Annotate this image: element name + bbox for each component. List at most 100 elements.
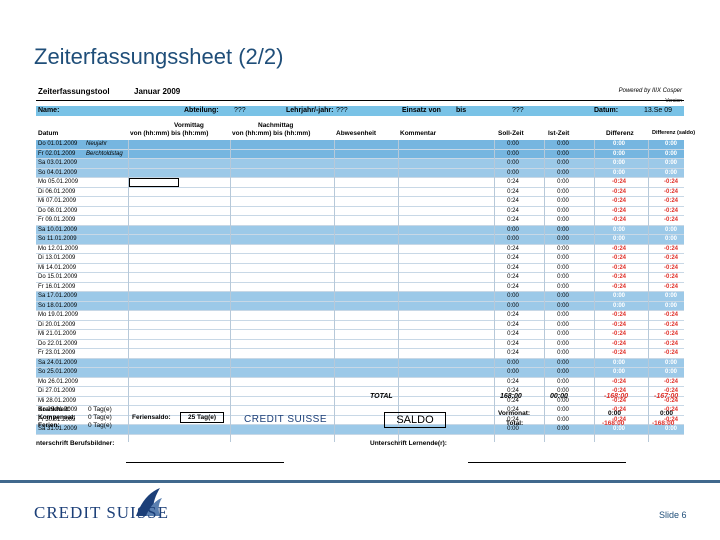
bis-label: bis [456,107,467,114]
divider [36,100,684,101]
table-row[interactable]: Fr 09.01.2009 0:24 0:00 -0:24 -0:24 [36,216,684,226]
table-row[interactable]: Sa 03.01.2009 0:00 0:00 0:00 0:00 [36,159,684,169]
table-row[interactable]: Mo 05.01.2009 0:24 0:00 -0:24 -0:24 [36,178,684,188]
row-diff2: -0:24 [663,264,678,271]
total-diff-saldo: -167:00 [654,393,679,400]
row-ist: 0:00 [557,207,569,214]
row-date: Fr 16.01.2009 [38,283,76,290]
summary-total-value-saldo: -168:00 [652,420,675,427]
row-diff2: 0:00 [664,160,677,166]
row-diff: -0:24 [611,245,626,252]
summary-section: Krankheit: 0 Tag(e) Kompensat: 0 Tag(e) … [36,406,684,466]
table-row[interactable]: Mi 07.01.2009 0:24 0:00 -0:24 -0:24 [36,197,684,207]
table-row[interactable]: Di 13.01.2009 0:24 0:00 -0:24 -0:24 [36,254,684,264]
table-row[interactable]: Mi 21.01.2009 0:24 0:00 -0:24 -0:24 [36,330,684,340]
month-label: Januar 2009 [134,87,181,96]
row-diff: -0:24 [611,255,626,261]
table-row[interactable]: Do 15.01.2009 0:24 0:00 -0:24 -0:24 [36,273,684,283]
table-row[interactable]: Di 20.01.2009 0:24 0:00 -0:24 -0:24 [36,321,684,330]
row-diff2: 0:00 [664,359,677,366]
row-soll: 0:24 [507,378,519,385]
selected-cell[interactable] [129,178,179,187]
row-soll: 0:24 [507,350,519,356]
table-row[interactable]: Mo 19.01.2009 0:24 0:00 -0:24 -0:24 [36,311,684,321]
row-diff: -0:24 [611,207,626,214]
row-soll: 0:24 [507,283,519,290]
vormonat-label: Vormonat: [498,410,531,417]
kompensat-value[interactable]: 0 Tag(e) [88,414,112,421]
row-date: Di 06.01.2009 [38,188,76,195]
abteilung-value[interactable]: ??? [234,107,246,114]
bis-value[interactable]: ??? [512,107,524,114]
table-row[interactable]: Sa 24.01.2009 0:00 0:00 0:00 0:00 [36,358,684,368]
row-date: Mo 26.01.2009 [38,378,79,385]
row-diff2: -0:24 [663,245,678,252]
table-row[interactable]: So 04.01.2009 0:00 0:00 0:00 0:00 [36,168,684,178]
row-date: Sa 03.01.2009 [38,160,78,166]
row-diff: -0:24 [611,340,626,347]
table-row[interactable]: Fr 16.01.2009 0:24 0:00 -0:24 -0:24 [36,283,684,292]
row-soll: 0:00 [507,369,519,375]
powered-by: Powered by IIIX Cosper [618,88,682,94]
row-ist: 0:00 [557,245,569,252]
row-soll: 0:00 [507,141,519,147]
col-nachmittag: Nachmittag [258,122,294,129]
row-soll: 0:24 [507,321,519,328]
table-row[interactable]: Fr 02.01.2009 Berchtoldstag 0:00 0:00 0:00 0:… [36,149,684,159]
row-date: Sa 24.01.2009 [38,359,78,366]
row-date: Do 22.01.2009 [38,340,78,347]
table-row[interactable]: Mo 26.01.2009 0:24 0:00 -0:24 -0:24 [36,378,684,387]
row-diff: 0:00 [612,160,625,166]
row-ist: 0:00 [557,302,569,309]
col-datum: Datum [38,130,59,137]
row-diff: 0:00 [612,359,625,366]
row-note: Berchtoldstag [86,150,123,157]
row-soll: 0:24 [507,264,519,271]
name-label: Name: [38,107,60,114]
table-row[interactable]: So 18.01.2009 0:00 0:00 0:00 0:00 [36,301,684,311]
row-diff: 0:00 [612,302,625,309]
info-bar: Name: Abteilung: ??? Lehrjahr/-jahr: ???… [36,106,684,116]
row-soll: 0:24 [507,255,519,261]
row-ist: 0:00 [557,169,569,176]
row-diff2: -0:24 [663,283,678,290]
row-diff2: 0:00 [664,141,677,147]
tool-name: Zeiterfassungstool [38,87,110,96]
lehrjahr-value[interactable]: ??? [336,107,348,114]
footer-divider [0,480,720,483]
table-row[interactable]: So 11.01.2009 0:00 0:00 0:00 0:00 [36,235,684,245]
table-row[interactable]: Do 22.01.2009 0:24 0:00 -0:24 -0:24 [36,340,684,349]
table-row[interactable]: Di 06.01.2009 0:24 0:00 -0:24 -0:24 [36,188,684,197]
table-row[interactable]: Sa 10.01.2009 0:00 0:00 0:00 0:00 [36,225,684,235]
row-ist: 0:00 [557,340,569,347]
vormonat-value-saldo: 0:00 [660,410,674,417]
row-date: Do 08.01.2009 [38,207,78,214]
row-diff: 0:00 [612,141,625,147]
row-soll: 0:00 [507,302,519,309]
row-diff2: 0:00 [664,236,677,242]
table-row[interactable]: Sa 17.01.2009 0:00 0:00 0:00 0:00 [36,292,684,302]
table-row[interactable]: So 25.01.2009 0:00 0:00 0:00 0:00 [36,368,684,378]
row-soll: 0:24 [507,179,519,185]
krankheit-value[interactable]: 0 Tag(e) [88,406,112,413]
row-diff: -0:24 [611,264,626,271]
signature-line-left [126,462,284,463]
row-date: Mi 21.01.2009 [38,331,77,337]
ferien-value[interactable]: 0 Tag(e) [88,422,112,429]
table-row[interactable]: Mo 12.01.2009 0:24 0:00 -0:24 -0:24 [36,245,684,254]
saldo-box: SALDO [384,412,446,428]
row-diff2: 0:00 [664,226,677,233]
table-row[interactable]: Fr 23.01.2009 0:24 0:00 -0:24 -0:24 [36,349,684,359]
credit-suisse-logo: CREDIT SUISSE [34,503,170,522]
row-diff2: -0:24 [663,198,678,204]
feriensaldo-label: Feriensaldo: [132,414,171,421]
row-ist: 0:00 [557,198,569,204]
table-row[interactable]: Mi 14.01.2009 0:24 0:00 -0:24 -0:24 [36,264,684,273]
row-diff2: 0:00 [664,302,677,309]
row-diff2: -0:24 [663,188,678,195]
row-ist: 0:00 [557,188,569,195]
table-row[interactable]: Do 01.01.2009 Neujahr 0:00 0:00 0:00 0:00 [36,140,684,150]
row-diff: -0:24 [611,350,626,356]
table-row[interactable]: Do 08.01.2009 0:24 0:00 -0:24 -0:24 [36,207,684,216]
row-soll: 0:00 [507,226,519,233]
